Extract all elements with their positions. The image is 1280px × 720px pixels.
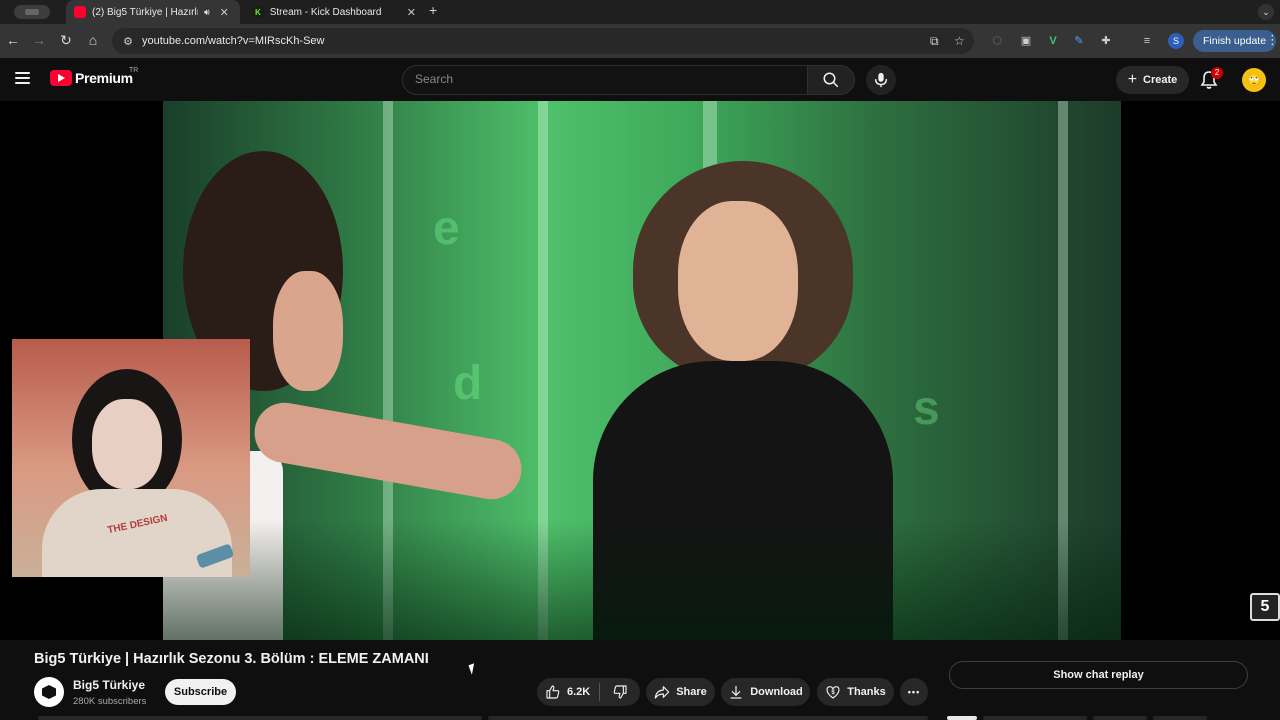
channel-watermark-logo[interactable]: 5	[1250, 593, 1280, 621]
subscribe-button[interactable]: Subscribe	[165, 679, 236, 705]
download-icon	[730, 686, 742, 699]
new-tab-icon[interactable]: +	[429, 2, 437, 18]
notifications-button[interactable]: 2	[1200, 67, 1223, 90]
like-count: 6.2K	[567, 686, 591, 698]
finish-update-button[interactable]: Finish update	[1193, 30, 1277, 52]
description-box-edge	[38, 716, 482, 720]
more-actions-button[interactable]: •••	[900, 678, 928, 706]
vue-extension-icon[interactable]: V	[1045, 33, 1061, 49]
url-text[interactable]: youtube.com/watch?v=MIRscKh-Sew	[142, 35, 325, 47]
thanks-label: Thanks	[847, 686, 886, 698]
youtube-premium-logo[interactable]: Premium TR	[50, 67, 138, 86]
video-title: Big5 Türkiye | Hazırlık Sezonu 3. Bölüm …	[34, 651, 429, 667]
install-app-icon[interactable]: ⧉	[930, 34, 939, 49]
country-code: TR	[129, 67, 139, 74]
youtube-masthead: Premium TR + Create 2 🙄	[0, 58, 1280, 101]
download-label: Download	[750, 686, 803, 698]
thumbs-up-icon	[546, 685, 560, 699]
chip-edge[interactable]	[1093, 716, 1147, 720]
tab-title: Stream - Kick Dashboard	[269, 6, 382, 18]
search-icon	[823, 72, 839, 88]
speaker-icon[interactable]: 🔊︎	[204, 7, 210, 18]
youtube-favicon-icon	[74, 6, 86, 18]
subscriber-count: 280K subscribers	[73, 696, 147, 707]
forward-arrow-icon[interactable]: →	[30, 32, 48, 48]
show-chat-replay-button[interactable]: Show chat replay	[949, 661, 1248, 689]
youtube-play-icon	[50, 70, 72, 86]
video-player[interactable]: e d s THE DESIGN 5	[0, 101, 1280, 640]
more-icon: •••	[907, 687, 921, 697]
profile-avatar[interactable]: S	[1168, 33, 1184, 49]
close-tab-icon[interactable]: ✕	[407, 6, 416, 19]
download-button[interactable]: Download	[721, 678, 810, 706]
super-thanks-icon: $	[826, 686, 840, 699]
channel-avatar[interactable]	[34, 677, 64, 707]
svg-text:$: $	[832, 690, 836, 696]
tab-list-chevron-icon[interactable]: ⌄	[1258, 4, 1274, 20]
browser-tab-youtube[interactable]: (2) Big5 Türkiye | Hazırlık 🔊︎ ✕	[66, 0, 240, 24]
search-button[interactable]	[807, 65, 855, 95]
back-arrow-icon[interactable]: ←	[4, 32, 22, 48]
voice-search-button[interactable]	[866, 65, 896, 95]
like-button[interactable]: 6.2K	[537, 678, 599, 706]
close-tab-icon[interactable]: ✕	[220, 6, 229, 19]
logo-text: Premium	[75, 70, 133, 86]
browser-toolbar: ← → ↻ ⌂ ⚙ youtube.com/watch?v=MIRscKh-Se…	[0, 24, 1280, 58]
mouse-cursor-icon	[468, 663, 478, 675]
create-button[interactable]: + Create	[1116, 66, 1189, 94]
thanks-button[interactable]: $ Thanks	[817, 678, 894, 706]
puzzle-extensions-icon[interactable]: ✚	[1098, 33, 1114, 49]
media-controls-icon[interactable]: ≡	[1139, 33, 1155, 49]
bookmark-star-icon[interactable]: ☆	[954, 34, 965, 48]
video-frame[interactable]: e d s	[163, 101, 1121, 640]
swatch-extension-icon[interactable]: ✎	[1071, 33, 1087, 49]
notification-count-badge: 2	[1211, 67, 1223, 79]
plus-icon: +	[1127, 71, 1138, 88]
browser-tab-kick[interactable]: K Stream - Kick Dashboard ✕	[244, 0, 424, 24]
home-icon[interactable]: ⌂	[84, 32, 102, 48]
microphone-icon	[874, 72, 888, 88]
like-dislike-group: 6.2K	[537, 678, 640, 706]
channel-name[interactable]: Big5 Türkiye	[73, 678, 145, 692]
share-button[interactable]: Share	[646, 678, 715, 706]
reload-icon[interactable]: ↻	[57, 32, 75, 49]
search-box	[402, 65, 808, 95]
video-info-section: Big5 Türkiye | Hazırlık Sezonu 3. Bölüm …	[0, 640, 1280, 720]
extension-icon[interactable]: ⬡	[989, 33, 1005, 49]
thumbs-down-icon	[613, 685, 627, 699]
tab-title: (2) Big5 Türkiye | Hazırlık	[92, 6, 198, 18]
chip-all-edge[interactable]	[947, 716, 977, 720]
dislike-button[interactable]	[600, 684, 640, 700]
account-avatar[interactable]: 🙄	[1242, 68, 1266, 92]
chip-edge[interactable]	[983, 716, 1087, 720]
comments-edge	[488, 716, 928, 720]
kick-favicon-icon: K	[252, 6, 264, 18]
streamer-webcam-overlay: THE DESIGN	[12, 339, 250, 577]
share-arrow-icon	[654, 686, 670, 699]
chip-edge[interactable]	[1153, 716, 1207, 720]
browser-menu-icon[interactable]: ⋮	[1266, 32, 1279, 48]
search-input[interactable]	[415, 72, 795, 86]
site-settings-icon[interactable]: ⚙	[120, 35, 136, 48]
share-label: Share	[676, 686, 707, 698]
address-bar[interactable]: ⚙ youtube.com/watch?v=MIRscKh-Sew ⧉ ☆	[112, 28, 974, 54]
guide-menu-icon[interactable]	[15, 72, 30, 84]
browser-tab-strip: (2) Big5 Türkiye | Hazırlık 🔊︎ ✕ K Strea…	[0, 0, 1280, 24]
tab-search-button[interactable]	[14, 5, 50, 19]
create-label: Create	[1143, 74, 1178, 86]
translate-extension-icon[interactable]: ▣	[1018, 33, 1034, 49]
